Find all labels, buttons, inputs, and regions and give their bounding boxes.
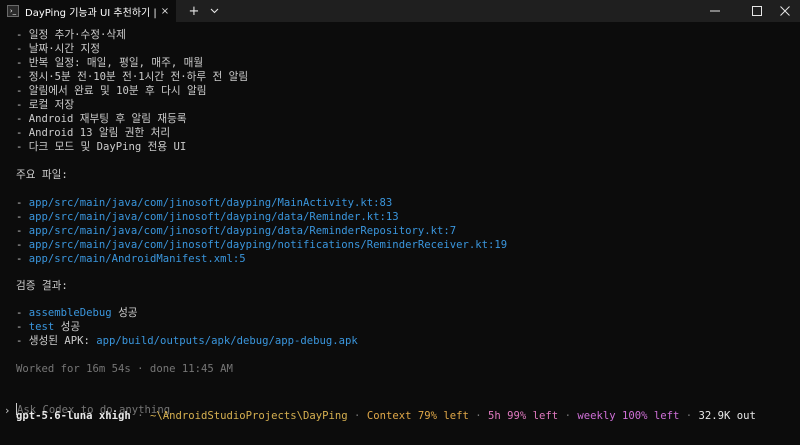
feature-line: - 반복 일정: 매일, 평일, 매주, 매월 [16, 57, 204, 69]
apk-label: 생성된 APK: [28, 335, 97, 347]
feature-line: - 로컬 저장 [16, 99, 75, 111]
verify-command: assembleDebug [28, 307, 112, 319]
prompt-caret: › [4, 405, 11, 417]
verify-item: - assembleDebug 성공 [16, 307, 138, 319]
feature-line: - 다크 모드 및 DayPing 전용 UI [16, 141, 187, 153]
apk-path-link[interactable]: app/build/outputs/apk/debug/app-debug.ap… [96, 335, 358, 347]
feature-line: - Android 13 알림 권한 처리 [16, 127, 171, 139]
tab-title: DayPing 기능과 UI 추천하기 | [25, 7, 157, 19]
close-tab-icon[interactable]: × [158, 4, 172, 18]
verify-heading: 검증 결과: [16, 280, 68, 292]
status-weekly-limit: weekly 100% left [577, 410, 680, 422]
terminal-output: - 일정 추가·수정·삭제 - 날짜·시간 지정 - 반복 일정: 매일, 평일… [0, 22, 800, 445]
apk-line: - 생성된 APK: app/build/outputs/apk/debug/a… [16, 335, 358, 347]
worked-status: Worked for 16m 54s · done 11:45 AM [16, 363, 233, 375]
file-link[interactable]: app/src/main/java/com/jinosoft/dayping/d… [29, 225, 456, 237]
file-item: - app/src/main/java/com/jinosoft/dayping… [16, 225, 457, 237]
feature-line: - Android 재부팅 후 알림 재등록 [16, 113, 187, 125]
terminal-icon: ›_ [7, 5, 19, 17]
status-model: gpt-5.6-luna xhigh [16, 410, 131, 422]
file-item: - app/src/main/java/com/jinosoft/dayping… [16, 197, 393, 209]
status-bar: gpt-5.6-luna xhigh · ~\AndroidStudioProj… [16, 410, 756, 422]
verify-command: test [28, 321, 55, 333]
file-item: - app/src/main/java/com/jinosoft/dayping… [16, 239, 508, 251]
close-window-icon[interactable] [770, 0, 800, 22]
file-item: - app/src/main/AndroidManifest.xml:5 [16, 253, 246, 265]
feature-line: - 알림에서 완료 및 10분 후 다시 알림 [16, 85, 207, 97]
status-path: ~\AndroidStudioProjects\DayPing [149, 410, 348, 422]
title-bar: ›_ DayPing 기능과 UI 추천하기 | × + [0, 0, 800, 22]
chevron-down-icon[interactable] [206, 0, 222, 22]
feature-line: - 날짜·시간 지정 [16, 43, 100, 55]
verify-item: - test 성공 [16, 321, 81, 333]
status-output-tokens: 32.9K out [698, 410, 756, 422]
status-context: Context 79% left [366, 410, 469, 422]
file-link[interactable]: app/src/main/java/com/jinosoft/dayping/M… [29, 197, 393, 209]
file-link[interactable]: app/src/main/java/com/jinosoft/dayping/n… [29, 239, 507, 251]
files-heading: 주요 파일: [16, 169, 68, 181]
file-item: - app/src/main/java/com/jinosoft/dayping… [16, 211, 399, 223]
minimize-icon[interactable] [698, 0, 732, 22]
feature-line: - 정시·5분 전·10분 전·1시간 전·하루 전 알림 [16, 71, 249, 83]
file-link[interactable]: app/src/main/java/com/jinosoft/dayping/d… [29, 211, 399, 223]
status-5h-limit: 5h 99% left [488, 410, 559, 422]
feature-line: - 일정 추가·수정·삭제 [16, 29, 126, 41]
file-link[interactable]: app/src/main/AndroidManifest.xml:5 [29, 253, 246, 265]
tab-dayping[interactable]: ›_ DayPing 기능과 UI 추천하기 | × [0, 0, 176, 22]
new-tab-icon[interactable]: + [186, 0, 202, 22]
maximize-icon[interactable] [740, 0, 774, 22]
